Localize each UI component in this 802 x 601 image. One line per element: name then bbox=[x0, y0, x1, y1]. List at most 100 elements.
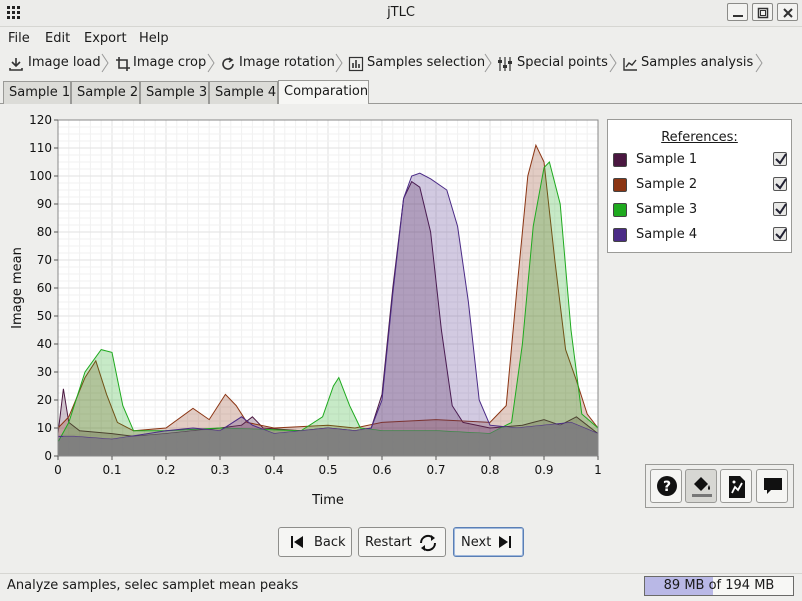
legend-label: Sample 1 bbox=[636, 152, 698, 167]
checkmark-icon bbox=[775, 203, 787, 215]
download-icon bbox=[9, 58, 23, 71]
wizard-breadcrumb: Image load Image crop Image rotation Sam… bbox=[0, 51, 802, 76]
paint-bucket-icon bbox=[692, 477, 712, 497]
color-swatch[interactable] bbox=[613, 203, 627, 217]
tab-sample-3[interactable]: Sample 3 bbox=[140, 81, 209, 104]
legend-item-sample-4: Sample 4 bbox=[613, 226, 789, 246]
chevron-right-icon bbox=[335, 53, 343, 73]
step-label: Image crop bbox=[133, 55, 207, 70]
tab-sample-1[interactable]: Sample 1 bbox=[3, 81, 71, 104]
bar-chart-icon bbox=[348, 56, 364, 72]
y-tick-label: 0 bbox=[44, 449, 52, 463]
legend-panel: References: Sample 1 Sample 2 Sample 3 S… bbox=[607, 119, 792, 253]
chevron-right-icon bbox=[484, 53, 492, 73]
chevron-right-icon bbox=[207, 53, 215, 73]
restart-label: Restart bbox=[365, 535, 412, 550]
comparison-chart[interactable]: 0 0.1 0.2 0.3 0.4 0.5 0.6 0.7 0.8 0.9 1 0 10 20 30 40 5… bbox=[0, 104, 604, 514]
export-chart-button[interactable] bbox=[720, 469, 752, 503]
help-button[interactable]: ? bbox=[650, 469, 682, 503]
back-button[interactable]: Back bbox=[278, 527, 352, 557]
checkmark-icon bbox=[775, 153, 787, 165]
next-button[interactable]: Next bbox=[453, 527, 524, 557]
menu-edit[interactable]: Edit bbox=[45, 31, 70, 46]
line-chart-icon bbox=[623, 58, 637, 71]
tab-sample-2[interactable]: Sample 2 bbox=[71, 81, 140, 104]
color-swatch[interactable] bbox=[613, 153, 627, 167]
legend-label: Sample 4 bbox=[636, 227, 698, 242]
menu-export[interactable]: Export bbox=[84, 31, 127, 46]
visibility-checkbox[interactable] bbox=[773, 202, 787, 216]
step-image-load[interactable]: Image load bbox=[8, 55, 101, 73]
x-tick-label: 0.2 bbox=[156, 463, 175, 477]
x-tick-label: 0 bbox=[54, 463, 62, 477]
legend-item-sample-3: Sample 3 bbox=[613, 201, 789, 221]
memory-indicator[interactable]: 89 MB of 194 MB bbox=[644, 576, 794, 596]
legend-title: References: bbox=[661, 130, 738, 145]
legend-label: Sample 2 bbox=[636, 177, 698, 192]
step-label: Special points bbox=[517, 55, 608, 70]
chevron-right-icon bbox=[101, 53, 109, 73]
step-samples-analysis[interactable]: Samples analysis bbox=[622, 55, 753, 73]
step-label: Image load bbox=[28, 55, 101, 70]
y-tick-label: 30 bbox=[37, 365, 52, 379]
chart-tools: ? bbox=[645, 464, 794, 508]
tab-comparation[interactable]: Comparation bbox=[278, 80, 369, 104]
legend-item-sample-2: Sample 2 bbox=[613, 176, 789, 196]
checkmark-icon bbox=[775, 178, 787, 190]
menu-help[interactable]: Help bbox=[139, 31, 169, 46]
close-button[interactable] bbox=[777, 3, 798, 21]
y-tick-label: 80 bbox=[37, 225, 52, 239]
visibility-checkbox[interactable] bbox=[773, 177, 787, 191]
step-label: Image rotation bbox=[239, 55, 335, 70]
y-tick-label: 60 bbox=[37, 281, 52, 295]
color-swatch[interactable] bbox=[613, 228, 627, 242]
tab-sample-4[interactable]: Sample 4 bbox=[209, 81, 278, 104]
x-tick-label: 0.7 bbox=[426, 463, 445, 477]
chart-file-icon bbox=[729, 476, 745, 498]
y-tick-label: 70 bbox=[37, 253, 52, 267]
title-bar: jTLC bbox=[0, 0, 802, 27]
skip-forward-icon bbox=[499, 536, 511, 548]
step-special-points[interactable]: Special points bbox=[497, 55, 609, 73]
x-tick-label: 0.4 bbox=[264, 463, 283, 477]
step-label: Samples selection bbox=[367, 55, 486, 70]
color-swatch[interactable] bbox=[613, 178, 627, 192]
svg-text:?: ? bbox=[663, 479, 671, 495]
maximize-button[interactable] bbox=[752, 3, 773, 21]
y-tick-label: 50 bbox=[37, 309, 52, 323]
y-axis-label: Image mean bbox=[10, 247, 25, 329]
x-tick-label: 0.9 bbox=[534, 463, 553, 477]
x-tick-label: 0.1 bbox=[102, 463, 121, 477]
legend-item-sample-1: Sample 1 bbox=[613, 151, 789, 171]
restart-button[interactable]: Restart bbox=[358, 527, 446, 557]
x-tick-label: 0.6 bbox=[372, 463, 391, 477]
window-title: jTLC bbox=[387, 5, 415, 20]
y-tick-label: 20 bbox=[37, 393, 52, 407]
visibility-checkbox[interactable] bbox=[773, 227, 787, 241]
next-label: Next bbox=[461, 535, 492, 550]
speech-bubble-icon bbox=[764, 478, 782, 494]
chevron-right-icon bbox=[755, 53, 763, 73]
x-tick-label: 0.8 bbox=[480, 463, 499, 477]
y-tick-label: 120 bbox=[29, 113, 52, 127]
visibility-checkbox[interactable] bbox=[773, 152, 787, 166]
step-image-rotation[interactable]: Image rotation bbox=[220, 55, 335, 73]
minimize-button[interactable] bbox=[727, 3, 748, 21]
x-tick-label: 0.3 bbox=[210, 463, 229, 477]
comment-button[interactable] bbox=[756, 469, 788, 503]
sliders-icon bbox=[498, 57, 512, 71]
legend-label: Sample 3 bbox=[636, 202, 698, 217]
fill-button[interactable] bbox=[685, 469, 717, 503]
y-tick-label: 100 bbox=[29, 169, 52, 183]
close-icon bbox=[783, 8, 793, 18]
question-icon: ? bbox=[657, 476, 677, 496]
step-image-crop[interactable]: Image crop bbox=[115, 55, 207, 73]
skip-back-icon bbox=[291, 536, 303, 548]
status-message: Analyze samples, selec samplet mean peak… bbox=[7, 578, 299, 593]
menu-bar: File Edit Export Help bbox=[0, 27, 802, 51]
step-samples-selection[interactable]: Samples selection bbox=[348, 55, 486, 73]
menu-file[interactable]: File bbox=[8, 31, 30, 46]
y-tick-label: 40 bbox=[37, 337, 52, 351]
x-tick-label: 0.5 bbox=[318, 463, 337, 477]
checkmark-icon bbox=[775, 228, 787, 240]
